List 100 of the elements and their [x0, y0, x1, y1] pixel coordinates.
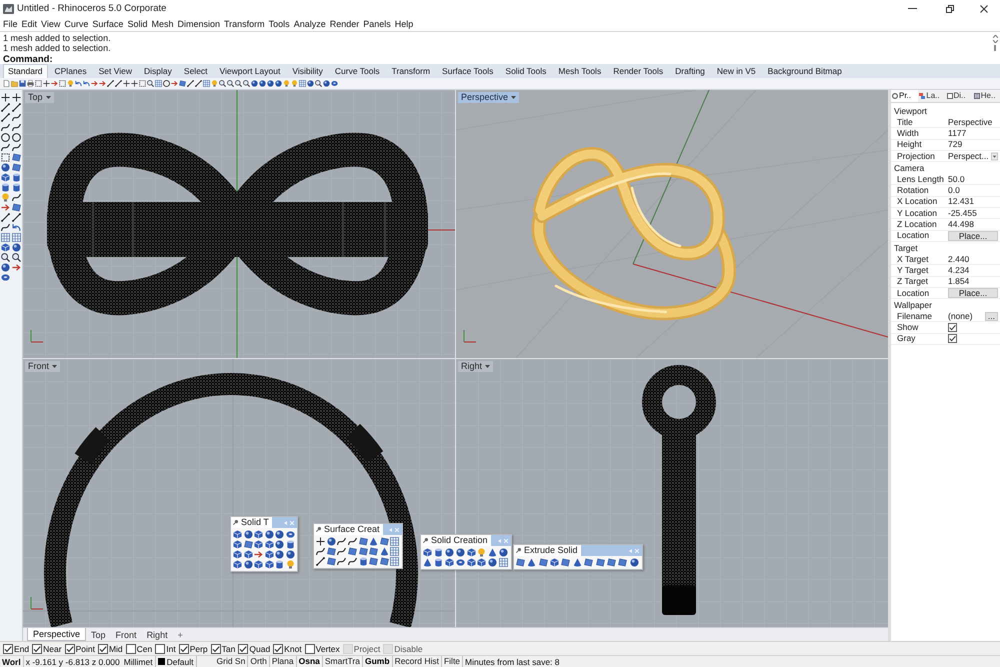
add-tab-button[interactable]: +: [172, 628, 188, 641]
line-icon[interactable]: [195, 80, 202, 87]
arrow-icon[interactable]: [51, 80, 58, 87]
checkbox[interactable]: [155, 644, 166, 654]
cylinder-icon[interactable]: [1, 183, 10, 192]
surface-icon[interactable]: [12, 203, 21, 212]
sphere-icon[interactable]: [444, 548, 454, 557]
layer-indicator[interactable]: Default: [166, 656, 194, 667]
cube-icon[interactable]: [1, 173, 10, 182]
torus-icon[interactable]: [331, 80, 338, 87]
browse-button[interactable]: ...: [984, 312, 998, 321]
toolbar-tab[interactable]: Background Bitmap: [762, 64, 847, 78]
cylinder-icon[interactable]: [12, 183, 21, 192]
menu-item[interactable]: Mesh: [151, 17, 174, 31]
status-pane-button[interactable]: Grid Sn: [214, 656, 248, 667]
close-icon[interactable]: [980, 4, 988, 12]
status-pane-button[interactable]: Gumb: [363, 656, 393, 667]
magnifier-icon[interactable]: [147, 80, 154, 87]
menu-item[interactable]: View: [41, 17, 60, 31]
line-icon[interactable]: [316, 557, 325, 566]
toolbar-tab[interactable]: Mesh Tools: [553, 64, 606, 78]
sphere-icon[interactable]: [1, 263, 10, 272]
light-bulb-icon[interactable]: [291, 80, 298, 87]
torus-icon[interactable]: [456, 558, 465, 567]
scroll-thumb-icon[interactable]: [994, 45, 996, 51]
point-icon[interactable]: [12, 93, 21, 102]
cylinder-icon[interactable]: [434, 548, 443, 557]
viewport-title-button[interactable]: Perspective: [458, 92, 520, 103]
light-bulb-icon[interactable]: [477, 548, 486, 557]
cube-icon[interactable]: [233, 550, 242, 559]
menu-item[interactable]: Dimension: [177, 17, 220, 31]
menu-item[interactable]: Solid: [127, 17, 148, 31]
toolbar-tab[interactable]: Solid Tools: [500, 64, 552, 78]
sphere-icon[interactable]: [244, 530, 252, 539]
checkbox[interactable]: [210, 644, 221, 654]
checkbox[interactable]: [948, 323, 957, 332]
status-pane-button[interactable]: Plana: [270, 656, 297, 667]
toolbar-tab[interactable]: Curve Tools: [330, 64, 385, 78]
line-icon[interactable]: [115, 80, 122, 87]
magnifier-icon[interactable]: [12, 253, 21, 262]
checkbox[interactable]: [98, 644, 108, 654]
checkbox[interactable]: [3, 644, 13, 654]
viewport[interactable]: Perspective: [456, 90, 888, 358]
circle-icon[interactable]: [12, 133, 21, 142]
cube-icon[interactable]: [264, 560, 274, 569]
pin-icon[interactable]: [516, 548, 521, 553]
place-button[interactable]: Place...: [948, 288, 998, 298]
circle-icon[interactable]: [1, 133, 10, 142]
status-pane-button[interactable]: Orth: [248, 656, 270, 667]
line-icon[interactable]: [12, 213, 21, 222]
restore-icon[interactable]: [946, 4, 954, 12]
arrow-icon[interactable]: [1, 203, 10, 212]
sphere-icon[interactable]: [259, 80, 266, 87]
page-icon[interactable]: [3, 80, 10, 87]
status-pane-button[interactable]: SmartTra: [322, 656, 363, 667]
magnifier-icon[interactable]: [235, 80, 242, 87]
point-icon[interactable]: [123, 80, 130, 87]
status-pane-button[interactable]: Filte: [442, 656, 464, 667]
line-icon[interactable]: [107, 80, 114, 87]
cube-icon[interactable]: [264, 550, 274, 559]
sphere-icon[interactable]: [275, 530, 284, 539]
viewport-tab[interactable]: Front: [110, 628, 142, 641]
cube-icon[interactable]: [254, 530, 263, 539]
checkbox[interactable]: [126, 644, 136, 654]
checkbox[interactable]: [178, 644, 189, 654]
cube-icon[interactable]: [1, 243, 10, 252]
cube-icon[interactable]: [233, 540, 242, 549]
printer-icon[interactable]: [27, 80, 34, 87]
arrow-icon[interactable]: [254, 550, 263, 559]
dashed-rectangle-icon[interactable]: [1, 153, 10, 162]
line-icon[interactable]: [1, 213, 10, 222]
pin-icon[interactable]: [233, 520, 238, 525]
sphere-icon[interactable]: [499, 548, 508, 557]
grid-icon[interactable]: [390, 537, 400, 546]
viewport-title-button[interactable]: Front: [25, 361, 60, 372]
sphere-icon[interactable]: [1, 163, 10, 172]
cylinder-icon[interactable]: [275, 560, 284, 569]
dashed-rectangle-icon[interactable]: [59, 80, 66, 87]
menu-item[interactable]: Transform: [224, 17, 265, 31]
sphere-icon[interactable]: [275, 80, 282, 87]
cone-icon[interactable]: [488, 548, 498, 557]
status-pane-button[interactable]: Osna: [296, 656, 323, 667]
line-icon[interactable]: [187, 80, 194, 87]
cylinder-icon[interactable]: [12, 173, 21, 182]
curve-icon[interactable]: [316, 547, 325, 556]
sphere-icon[interactable]: [456, 548, 465, 557]
viewport[interactable]: Top: [23, 90, 455, 358]
sphere-icon[interactable]: [307, 80, 314, 87]
viewport-tab[interactable]: Top: [86, 628, 111, 641]
light-bulb-icon[interactable]: [286, 560, 294, 569]
arrow-icon[interactable]: [171, 80, 178, 87]
sphere-icon[interactable]: [275, 550, 284, 559]
curve-icon[interactable]: [1, 223, 10, 232]
light-bulb-icon[interactable]: [67, 80, 74, 87]
curved-arrow-icon[interactable]: [12, 223, 21, 232]
grid-icon[interactable]: [390, 557, 400, 566]
grid-icon[interactable]: [390, 547, 400, 556]
toolbar-title-bar[interactable]: Extrude Solid: [514, 545, 642, 556]
viewport-title-button[interactable]: Right: [458, 361, 494, 372]
cylinder-icon[interactable]: [286, 540, 294, 549]
